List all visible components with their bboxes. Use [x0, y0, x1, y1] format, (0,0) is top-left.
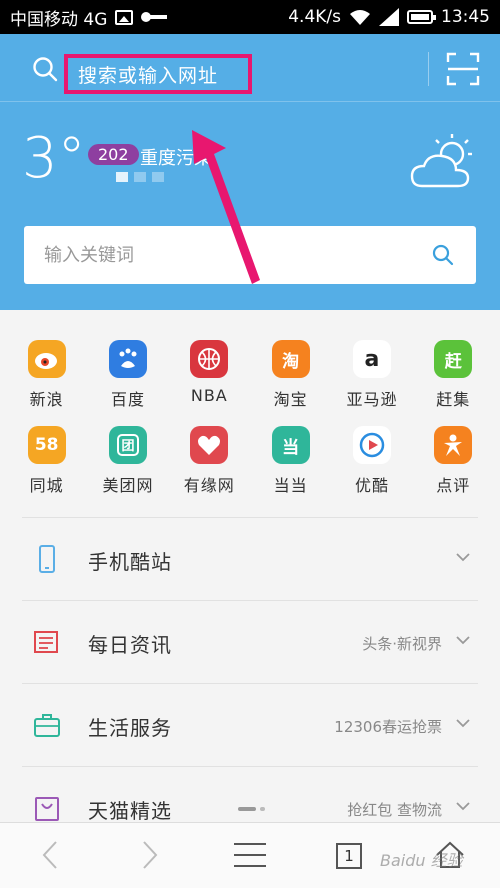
- meituan-glyph: 团: [121, 439, 134, 454]
- quick-link-taobao[interactable]: 淘 淘宝: [256, 340, 326, 426]
- divider: [428, 52, 429, 86]
- quick-link-58[interactable]: 58 同城: [12, 426, 82, 512]
- briefcase-icon: [34, 714, 60, 737]
- chevron-right-icon: [143, 841, 158, 869]
- ganji-icon: 赶: [434, 340, 473, 378]
- baidu-icon: [108, 340, 147, 378]
- shopping-bag-icon: [35, 797, 59, 821]
- quick-link-label: 亚马逊: [346, 390, 398, 409]
- qr-scan-icon[interactable]: [446, 52, 480, 86]
- cloudy-weather-icon[interactable]: [410, 130, 476, 190]
- youyuan-icon: [190, 426, 229, 464]
- back-button[interactable]: [32, 837, 68, 873]
- clock: 13:45: [441, 7, 490, 27]
- chevron-down-icon[interactable]: [456, 799, 470, 813]
- quick-link-label: 点评: [436, 476, 471, 495]
- url-input-hint[interactable]: 搜索或输入网址: [64, 54, 252, 94]
- quick-link-label: 赶集: [436, 390, 471, 409]
- quick-links-grid: 新浪 百度 NBA 淘 淘宝 a 亚马逊 赶 赶集 58 同城 团 美团网 有缘…: [0, 340, 500, 512]
- dangdang-icon: 当: [271, 426, 310, 464]
- quick-link-label: 淘宝: [273, 390, 308, 409]
- aqi-badge: 202: [88, 144, 139, 165]
- address-bar[interactable]: 搜索或输入网址: [0, 34, 500, 102]
- vpn-key-icon: [141, 12, 168, 22]
- bottom-navigation: 1 Baidu 经验: [0, 822, 500, 888]
- annotation-arrow: [192, 130, 260, 284]
- quick-link-dianping[interactable]: 点评: [418, 426, 488, 512]
- network-speed: 4.4K/s: [288, 7, 341, 27]
- quick-link-youku[interactable]: 优酷: [337, 426, 407, 512]
- wifi-icon: [350, 10, 370, 25]
- status-bar: 中国移动 4G 4.4K/s 13:45: [0, 0, 500, 34]
- section-daily-news[interactable]: 每日资讯 头条·新视界: [22, 600, 478, 683]
- quick-link-label: 同城: [29, 476, 64, 495]
- chevron-down-icon[interactable]: [456, 550, 470, 564]
- 58-tongcheng-icon: 58: [27, 426, 66, 464]
- forward-button[interactable]: [132, 837, 168, 873]
- section-subtitle[interactable]: 12306春运抢票: [334, 716, 442, 737]
- search-icon[interactable]: [32, 56, 58, 82]
- section-mobile-sites[interactable]: 手机酷站: [22, 517, 478, 600]
- temperature: 3°: [22, 126, 86, 191]
- browser-header: 搜索或输入网址 3° 202 重度污染: [0, 34, 500, 310]
- quick-link-baidu[interactable]: 百度: [93, 340, 163, 426]
- quick-link-label: 有缘网: [183, 476, 235, 495]
- chevron-down-icon[interactable]: [456, 633, 470, 647]
- section-title: 手机酷站: [88, 550, 172, 574]
- section-title: 生活服务: [88, 716, 172, 740]
- nba-icon: [190, 340, 229, 378]
- quick-link-label: NBA: [190, 386, 228, 405]
- tabs-button[interactable]: 1: [336, 843, 362, 869]
- pager-dots: [116, 172, 164, 182]
- youku-icon: [352, 426, 391, 464]
- menu-button[interactable]: [232, 837, 268, 873]
- meituan-icon: 团: [108, 426, 147, 464]
- quick-link-label: 美团网: [102, 476, 154, 495]
- quick-links-row-2: 58 同城 团 美团网 有缘网 当 当当 优酷 点评: [0, 426, 500, 512]
- loading-indicator: [238, 807, 265, 811]
- section-life-services[interactable]: 生活服务 12306春运抢票: [22, 683, 478, 766]
- watermark-text: Baidu 经验: [380, 851, 463, 870]
- section-title: 每日资讯: [88, 633, 172, 657]
- image-notification-icon: [115, 9, 134, 25]
- search-icon[interactable]: [432, 244, 454, 266]
- section-subtitle[interactable]: 抢红包 查物流: [347, 799, 442, 820]
- quick-links-row-1: 新浪 百度 NBA 淘 淘宝 a 亚马逊 赶 赶集: [0, 340, 500, 426]
- amazon-icon: a: [352, 340, 391, 378]
- carrier-label: 中国移动 4G: [10, 9, 108, 30]
- chevron-left-icon: [42, 841, 57, 869]
- section-title: 天猫精选: [88, 799, 172, 823]
- quick-link-amazon[interactable]: a 亚马逊: [337, 340, 407, 426]
- taobao-icon: 淘: [271, 340, 310, 378]
- quick-link-youyuan[interactable]: 有缘网: [174, 426, 244, 512]
- phone-icon: [39, 545, 55, 573]
- dianping-icon: [434, 426, 473, 464]
- news-icon: [34, 631, 58, 653]
- chevron-down-icon[interactable]: [456, 716, 470, 730]
- quick-link-label: 优酷: [354, 476, 389, 495]
- quick-link-label: 当当: [273, 476, 308, 495]
- hamburger-menu-icon: [234, 843, 266, 867]
- quick-link-meituan[interactable]: 团 美团网: [93, 426, 163, 512]
- sina-weibo-icon: [27, 340, 66, 378]
- section-subtitle[interactable]: 头条·新视界: [362, 633, 442, 654]
- quick-link-sina[interactable]: 新浪: [12, 340, 82, 426]
- signal-icon: [379, 8, 399, 26]
- quick-link-dangdang[interactable]: 当 当当: [256, 426, 326, 512]
- battery-icon: [407, 10, 436, 24]
- quick-link-nba[interactable]: NBA: [174, 340, 244, 426]
- feed-sections: 手机酷站 每日资讯 头条·新视界 生活服务 12306春运抢票 天猫精选 抢红包…: [0, 517, 500, 849]
- quick-link-ganji[interactable]: 赶 赶集: [418, 340, 488, 426]
- quick-link-label: 新浪: [29, 390, 64, 409]
- quick-link-label: 百度: [110, 390, 145, 409]
